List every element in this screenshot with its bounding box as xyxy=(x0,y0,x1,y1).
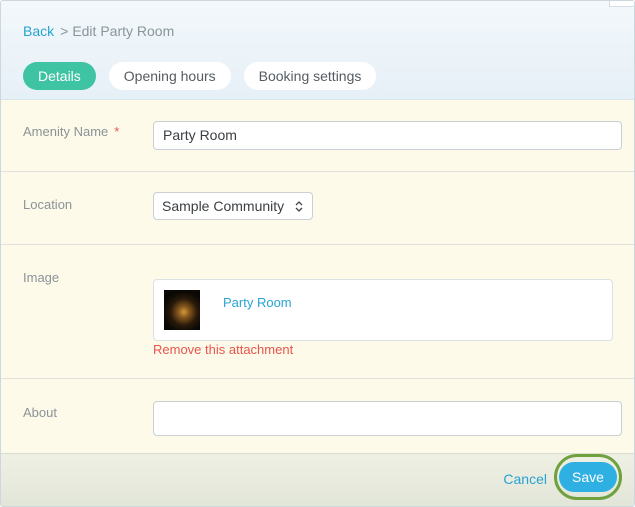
tab-bar: Details Opening hours Booking settings xyxy=(23,62,377,90)
tab-booking-settings[interactable]: Booking settings xyxy=(243,62,377,90)
location-label: Location xyxy=(23,197,73,212)
image-row: Image Party Room Remove this attachment xyxy=(1,245,634,379)
required-marker: * xyxy=(114,124,120,139)
edit-amenity-panel: Back > Edit Party Room Details Opening hou… xyxy=(0,0,635,507)
tab-opening-hours[interactable]: Opening hours xyxy=(108,62,231,90)
location-select[interactable]: Sample Community xyxy=(153,192,314,220)
amenity-name-label: Amenity Name * xyxy=(23,124,119,139)
remove-attachment-link[interactable]: Remove this attachment xyxy=(153,342,293,357)
attachment-thumbnail[interactable] xyxy=(164,290,200,330)
about-label: About xyxy=(23,405,57,420)
amenity-name-input[interactable]: Party Room xyxy=(153,121,622,150)
breadcrumb: Back > Edit Party Room xyxy=(23,23,174,39)
back-link[interactable]: Back xyxy=(23,23,54,39)
breadcrumb-separator: > xyxy=(60,23,69,39)
tab-details[interactable]: Details xyxy=(23,62,96,90)
save-button[interactable]: Save xyxy=(559,462,617,492)
select-arrows-icon xyxy=(295,193,303,219)
breadcrumb-current: Edit Party Room xyxy=(72,23,175,39)
save-highlight-ring: Save xyxy=(554,454,622,500)
panel-corner-tab xyxy=(609,1,634,7)
attachment-name-link[interactable]: Party Room xyxy=(223,295,292,310)
location-row: Location Sample Community xyxy=(1,172,634,245)
cancel-button[interactable]: Cancel xyxy=(503,471,547,487)
image-label: Image xyxy=(23,270,60,285)
location-select-value: Sample Community xyxy=(162,198,285,214)
panel-header: Back > Edit Party Room Details Opening hou… xyxy=(1,1,634,100)
about-row: About xyxy=(1,379,634,457)
panel-footer: Cancel Save xyxy=(1,453,634,506)
image-attachment: Party Room xyxy=(153,279,613,341)
amenity-name-label-text: Amenity Name xyxy=(23,124,109,139)
amenity-name-row: Amenity Name * Party Room xyxy=(1,100,634,172)
about-input[interactable] xyxy=(153,401,622,436)
